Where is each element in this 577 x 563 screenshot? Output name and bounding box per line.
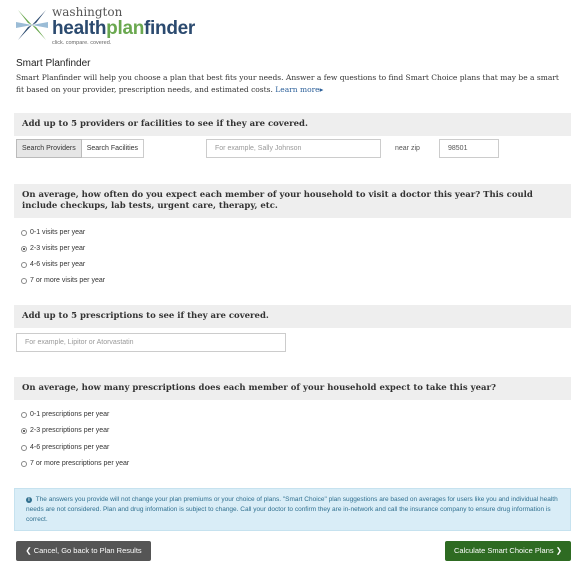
info-icon: i xyxy=(26,497,32,503)
radio-button-icon[interactable] xyxy=(21,460,27,467)
cancel-back-button[interactable]: ❮ Cancel, Go back to Plan Results xyxy=(16,541,151,561)
page-title: Smart Planfinder xyxy=(16,58,91,69)
near-zip-label: near zip xyxy=(395,145,420,152)
learn-more-link[interactable]: Learn more▸ xyxy=(275,85,323,94)
radio-button-icon[interactable] xyxy=(21,411,27,418)
prescriptions-option[interactable]: 4-6 prescriptions per year xyxy=(21,444,109,451)
search-facilities-button[interactable]: Search Facilities xyxy=(81,139,145,158)
radio-button-icon[interactable] xyxy=(21,444,27,451)
zip-input[interactable]: 98501 xyxy=(439,139,499,158)
chevron-right-icon: ❯ xyxy=(555,546,563,555)
chevron-left-icon: ❮ xyxy=(25,546,32,555)
radio-button-icon[interactable] xyxy=(21,427,27,434)
prescriptions-search-heading: Add up to 5 prescriptions to see if they… xyxy=(14,305,571,328)
radio-button-icon[interactable] xyxy=(21,229,27,236)
star-logo-icon xyxy=(16,10,48,40)
visits-heading: On average, how often do you expect each… xyxy=(14,184,571,218)
info-notice: i The answers you provide will not chang… xyxy=(14,488,571,531)
logo-big-text: healthplanfinder xyxy=(52,18,195,39)
prescriptions-count-heading: On average, how many prescriptions does … xyxy=(14,377,571,400)
visits-option[interactable]: 7 or more visits per year xyxy=(21,277,105,284)
radio-button-icon[interactable] xyxy=(21,277,27,284)
search-providers-button[interactable]: Search Providers xyxy=(16,139,82,158)
visits-option[interactable]: 2-3 visits per year xyxy=(21,245,85,252)
site-logo[interactable]: washington healthplanfinder click. compa… xyxy=(16,6,216,50)
providers-heading: Add up to 5 providers or facilities to s… xyxy=(14,113,571,136)
provider-search-input[interactable]: For example, Sally Johnson xyxy=(206,139,381,158)
radio-button-icon[interactable] xyxy=(21,245,27,252)
visits-option[interactable]: 4-6 visits per year xyxy=(21,261,85,268)
notice-text: The answers you provide will not change … xyxy=(26,496,558,523)
prescriptions-option[interactable]: 7 or more prescriptions per year xyxy=(21,460,129,467)
visits-option[interactable]: 0-1 visits per year xyxy=(21,229,85,236)
prescriptions-option[interactable]: 0-1 prescriptions per year xyxy=(21,411,109,418)
calculate-plans-button[interactable]: Calculate Smart Choice Plans ❯ xyxy=(445,541,571,561)
provider-search-type-toggle: Search Providers Search Facilities xyxy=(16,139,145,158)
radio-button-icon[interactable] xyxy=(21,261,27,268)
prescription-search-input[interactable]: For example, Lipitor or Atorvastatin xyxy=(16,333,286,352)
prescriptions-option[interactable]: 2-3 prescriptions per year xyxy=(21,427,109,434)
caret-right-icon: ▸ xyxy=(319,85,324,94)
logo-tagline: click. compare. covered. xyxy=(52,40,112,46)
intro-text: Smart Planfinder will help you choose a … xyxy=(16,73,559,94)
